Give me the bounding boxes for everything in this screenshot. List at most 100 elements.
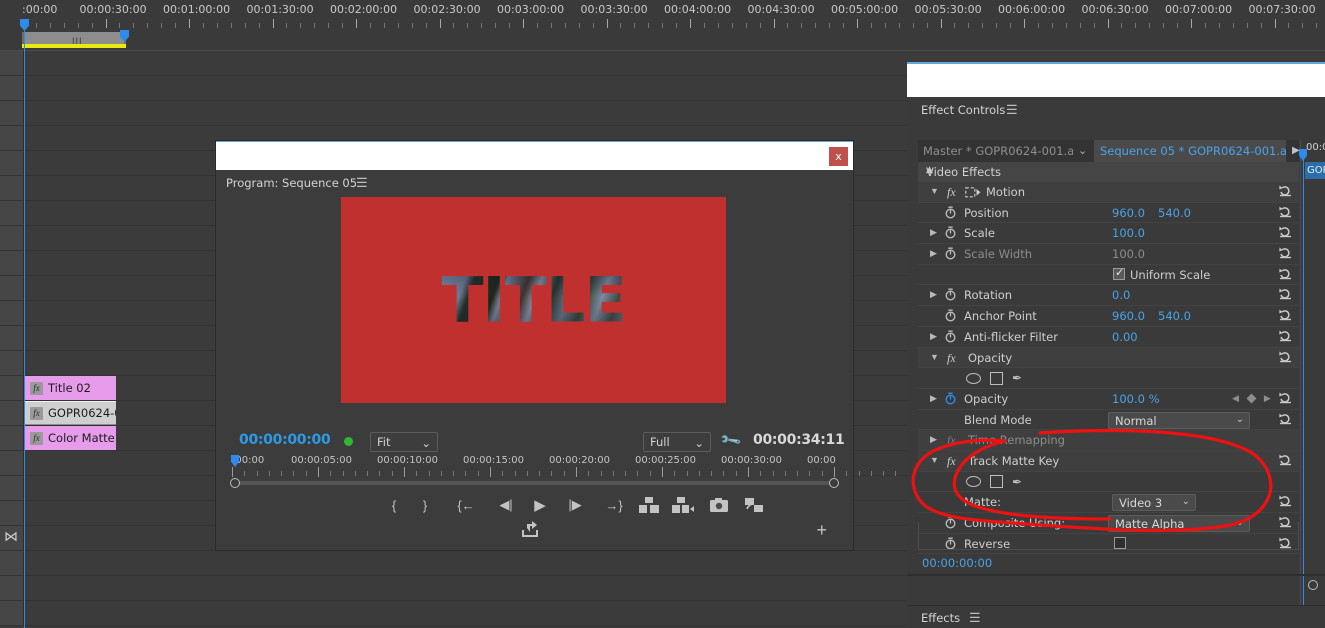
track-header[interactable] bbox=[0, 51, 24, 75]
timeline-clip[interactable]: fx GOPR0624-00 bbox=[24, 401, 116, 425]
effect-controls-panel[interactable]: Effect Controls ☰ Master * GOPR0624-001.… bbox=[907, 62, 1325, 622]
reset-icon[interactable] bbox=[1279, 246, 1292, 262]
reset-icon[interactable] bbox=[1279, 494, 1292, 510]
rectangle-mask-icon[interactable] bbox=[990, 371, 1003, 385]
pen-mask-icon[interactable]: ✒ bbox=[1012, 371, 1022, 385]
add-button[interactable]: + bbox=[816, 520, 827, 541]
mini-timeline-clip[interactable]: GOP bbox=[1305, 162, 1325, 179]
program-monitor-window[interactable]: x Program: Sequence 05 ☰ TITLE 00:00:00:… bbox=[216, 141, 909, 550]
reset-icon[interactable] bbox=[1279, 184, 1292, 200]
track-header[interactable] bbox=[0, 426, 24, 450]
chevron-right-icon[interactable]: ▶ bbox=[930, 289, 937, 300]
current-timecode[interactable]: 00:00:00:00 bbox=[239, 432, 331, 448]
time-remapping-effect[interactable]: ▶ fx Time Remapping bbox=[918, 430, 1299, 451]
hamburger-icon[interactable]: ☰ bbox=[969, 610, 981, 626]
lift-button[interactable] bbox=[638, 493, 660, 517]
stopwatch-icon[interactable] bbox=[944, 247, 958, 261]
stopwatch-icon[interactable] bbox=[944, 226, 958, 240]
tab-program-sequence[interactable]: Program: Sequence 05 bbox=[226, 176, 357, 190]
track-header[interactable] bbox=[0, 476, 24, 500]
rectangle-mask-icon[interactable] bbox=[990, 475, 1003, 489]
property-value[interactable]: 960.0 bbox=[1112, 206, 1145, 220]
scale-property[interactable]: ▶ Scale 100.0 bbox=[918, 223, 1299, 245]
track-header[interactable] bbox=[0, 376, 24, 400]
anti-flicker-filter-property[interactable]: ▶ Anti-flicker Filter 0.00 bbox=[918, 327, 1299, 348]
track-header[interactable] bbox=[0, 101, 24, 125]
chevron-right-icon[interactable]: ▶ bbox=[930, 393, 937, 404]
go-to-in-button[interactable]: {← bbox=[455, 493, 477, 517]
chevron-right-icon[interactable]: ▶ bbox=[930, 248, 937, 259]
timeline-playhead-marker[interactable] bbox=[20, 19, 29, 31]
opacity-effect[interactable]: ▼ fx Opacity bbox=[918, 347, 1299, 369]
matte-property[interactable]: Matte: Video 3 ⌄ bbox=[918, 492, 1299, 513]
chevron-down-icon[interactable]: ▼ bbox=[930, 455, 939, 465]
effect-controls-rows[interactable]: ▼ fx Motion Position 960.0 540.0 ▶ Scale 100.0 ▶ S… bbox=[918, 182, 1299, 555]
pen-mask-icon[interactable]: ✒ bbox=[1012, 475, 1022, 489]
track-header[interactable] bbox=[0, 576, 24, 600]
rotation-property[interactable]: ▶ Rotation 0.0 bbox=[918, 285, 1299, 307]
stopwatch-icon[interactable] bbox=[944, 309, 958, 323]
position-property[interactable]: Position 960.0 540.0 bbox=[918, 203, 1299, 224]
step-forward-button[interactable]: |▶ bbox=[564, 493, 586, 517]
track-header[interactable] bbox=[0, 401, 24, 425]
reset-icon[interactable] bbox=[1279, 225, 1292, 241]
scrollbar-track[interactable] bbox=[235, 481, 834, 485]
program-monitor-zoom-scrollbar[interactable] bbox=[230, 478, 839, 488]
track-header[interactable] bbox=[0, 201, 24, 225]
reset-icon[interactable] bbox=[1279, 267, 1292, 283]
track-matte-mask-tools[interactable]: ✒ bbox=[918, 472, 1299, 493]
track-header[interactable] bbox=[0, 226, 24, 250]
hamburger-icon[interactable]: ☰ bbox=[1006, 102, 1018, 118]
program-monitor-video[interactable]: TITLE bbox=[341, 197, 726, 403]
reset-icon[interactable] bbox=[1279, 391, 1292, 407]
property-value[interactable]: 100.0 % bbox=[1112, 392, 1160, 406]
property-value[interactable]: 960.0 bbox=[1112, 309, 1145, 323]
reset-icon[interactable] bbox=[1279, 308, 1292, 324]
track-header[interactable] bbox=[0, 276, 24, 300]
effects-panel[interactable]: Effects ☰ bbox=[907, 605, 1325, 628]
anchor-point-property[interactable]: Anchor Point 960.0 540.0 bbox=[918, 306, 1299, 327]
playback-resolution-select[interactable]: Full ⌄ bbox=[643, 432, 711, 452]
stopwatch-icon[interactable] bbox=[944, 330, 958, 344]
chevron-right-icon[interactable]: ▶ bbox=[930, 227, 937, 238]
ellipse-mask-icon[interactable] bbox=[966, 476, 981, 488]
timeline-clip[interactable]: fx Color Matte bbox=[24, 426, 116, 450]
track-header[interactable] bbox=[0, 501, 24, 525]
dropdown[interactable]: Video 3 ⌄ bbox=[1112, 494, 1196, 512]
property-value[interactable]: 540.0 bbox=[1158, 206, 1191, 220]
chevron-down-icon[interactable]: ▼ bbox=[930, 186, 939, 196]
effect-controls-timecode[interactable]: 00:00:00:00 bbox=[922, 556, 992, 570]
effect-controls-tabbar[interactable]: Effect Controls ☰ bbox=[907, 97, 1325, 125]
chevron-right-icon[interactable]: ▶ bbox=[1292, 145, 1300, 156]
motion-effect[interactable]: ▼ fx Motion bbox=[918, 182, 1299, 203]
mask-tools[interactable]: ✒ bbox=[966, 475, 1022, 489]
next-keyframe-icon[interactable]: ▶ bbox=[1264, 393, 1271, 404]
mark-out-button[interactable]: } bbox=[414, 493, 436, 517]
reset-icon[interactable] bbox=[1279, 205, 1292, 221]
reset-icon[interactable] bbox=[1279, 287, 1292, 303]
reset-icon[interactable] bbox=[1279, 350, 1292, 366]
program-monitor-infobar[interactable]: 00:00:00:00 Fit ⌄ Full ⌄ 🔧 00:00:34:11 bbox=[216, 427, 853, 455]
zoom-level-select[interactable]: Fit ⌄ bbox=[370, 432, 438, 452]
property-value[interactable]: 100.0 bbox=[1112, 226, 1145, 240]
track-header[interactable] bbox=[0, 301, 24, 325]
mask-tools[interactable]: ✒ bbox=[966, 371, 1022, 385]
step-back-button[interactable]: ◀| bbox=[495, 493, 517, 517]
timeline-clip[interactable]: fx Title 02 bbox=[24, 376, 116, 400]
go-to-out-button[interactable]: →} bbox=[603, 493, 625, 517]
blend-mode-property[interactable]: Blend Mode Normal ⌄ bbox=[918, 410, 1299, 431]
program-monitor-transport[interactable]: + {} {← ◀| ▶ |▶ →} bbox=[216, 493, 853, 550]
track-matte-key-effect[interactable]: ▼ fx Track Matte Key bbox=[918, 450, 1299, 472]
mini-timeline-zoom-handle[interactable] bbox=[1308, 580, 1318, 590]
property-value[interactable]: 540.0 bbox=[1158, 309, 1191, 323]
reset-icon[interactable] bbox=[1279, 329, 1292, 345]
property-value[interactable]: 0.0 bbox=[1112, 288, 1130, 302]
chevron-right-icon[interactable]: ▶ bbox=[930, 434, 937, 445]
keyframe-navigator[interactable]: ◀ ▶ bbox=[1232, 393, 1271, 404]
track-header[interactable] bbox=[0, 151, 24, 175]
property-value[interactable]: 100.0 bbox=[1112, 247, 1145, 261]
play-stop-button[interactable]: ▶ bbox=[529, 493, 551, 517]
dropdown[interactable]: Normal ⌄ bbox=[1108, 411, 1250, 429]
opacity-mask-tools[interactable]: ✒ bbox=[918, 368, 1299, 389]
mark-in-button[interactable]: { bbox=[383, 493, 405, 517]
